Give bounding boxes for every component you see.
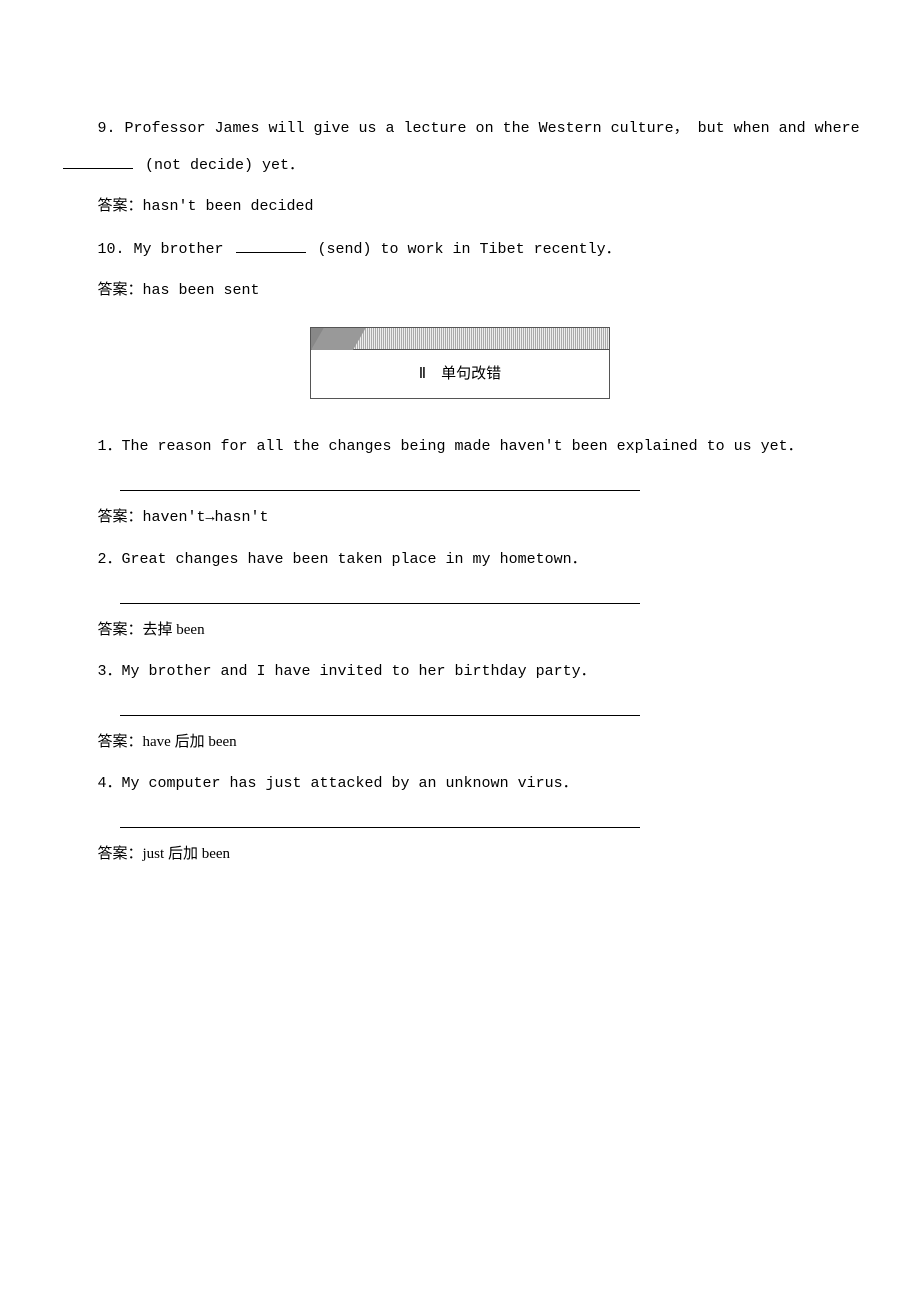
answer-label: 答案：: [98, 198, 143, 214]
answer-value: has been sent: [143, 282, 260, 299]
q10-text-b: (send) to work in Tibet recently．: [309, 241, 621, 258]
error-q2: 2．Great changes have been taken place in…: [60, 542, 860, 578]
error-a3: 答案：have 后加 been: [60, 724, 860, 760]
error-q1: 1．The reason for all the changes being m…: [60, 429, 860, 465]
answer-label: 答案：: [98, 846, 143, 862]
blank-input: [236, 238, 306, 253]
q9-text-b: (not decide) yet．: [136, 157, 304, 174]
answer-label: 答案：: [98, 622, 143, 638]
answer-value: hasn't been decided: [143, 198, 314, 215]
answer-blank-line: [120, 473, 640, 491]
answer-label: 答案：: [98, 509, 143, 525]
answer-blank-line: [120, 698, 640, 716]
question-9: 9. Professor James will give us a lectur…: [60, 110, 860, 184]
section-header-box: Ⅱ 单句改错: [310, 327, 610, 399]
question-10: 10. My brother (send) to work in Tibet r…: [60, 231, 860, 268]
error-a2: 答案：去掉 been: [60, 612, 860, 648]
answer-9: 答案：hasn't been decided: [60, 188, 860, 225]
blank-input: [63, 154, 133, 169]
answer-value: just 后加 been: [143, 846, 231, 862]
error-q4: 4．My computer has just attacked by an un…: [60, 766, 860, 802]
error-q3: 3．My brother and I have invited to her b…: [60, 654, 860, 690]
q9-text-a: 9. Professor James will give us a lectur…: [98, 120, 860, 137]
q10-text-a: 10. My brother: [98, 241, 233, 258]
answer-10: 答案：has been sent: [60, 272, 860, 309]
answer-label: 答案：: [98, 282, 143, 298]
section-decoration: [311, 328, 609, 350]
error-a4: 答案：just 后加 been: [60, 836, 860, 872]
answer-value: have 后加 been: [143, 734, 237, 750]
answer-blank-line: [120, 586, 640, 604]
section-title: Ⅱ 单句改错: [311, 350, 609, 398]
answer-value: 去掉 been: [143, 622, 205, 638]
answer-label: 答案：: [98, 734, 143, 750]
answer-blank-line: [120, 810, 640, 828]
answer-value: haven't→hasn't: [143, 509, 269, 526]
error-a1: 答案：haven't→hasn't: [60, 499, 860, 536]
